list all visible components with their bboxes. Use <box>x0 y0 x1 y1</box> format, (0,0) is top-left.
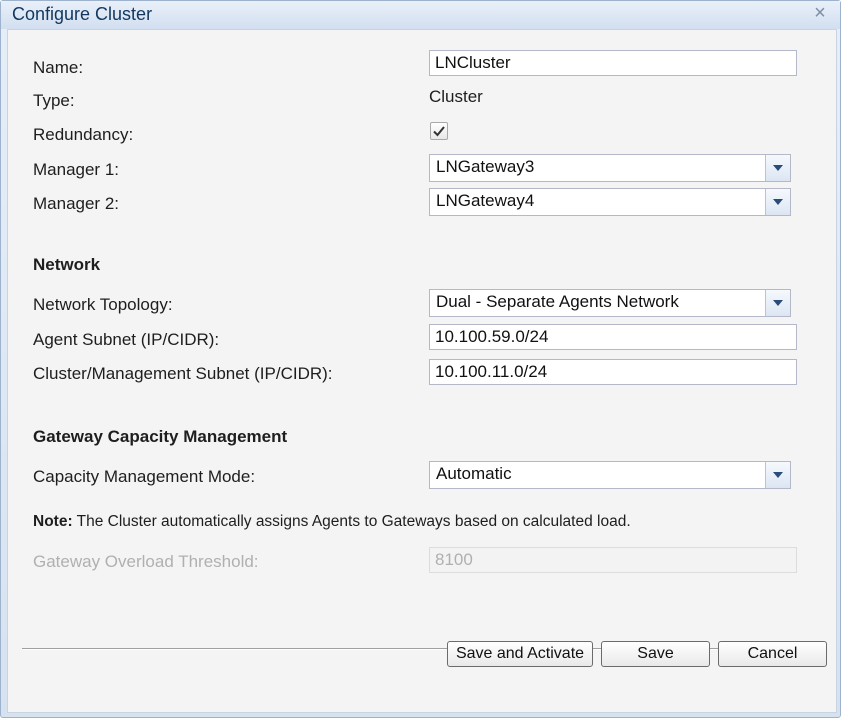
chevron-down-icon[interactable] <box>765 462 790 488</box>
manager1-value: LNGateway3 <box>436 157 535 176</box>
chevron-down-icon[interactable] <box>765 155 790 181</box>
close-icon[interactable]: × <box>810 3 830 23</box>
manager2-value: LNGateway4 <box>436 191 535 210</box>
capacity-heading: Gateway Capacity Management <box>33 427 288 446</box>
manager1-label: Manager 1: <box>33 160 119 179</box>
topology-value: Dual - Separate Agents Network <box>436 292 679 311</box>
dialog-body: Name: Type: Cluster Redundancy: Manager … <box>7 29 837 713</box>
topology-select[interactable]: Dual - Separate Agents Network <box>429 289 791 317</box>
checkmark-icon <box>433 126 445 137</box>
capacity-note: Note: The Cluster automatically assigns … <box>33 513 631 531</box>
chevron-down-icon[interactable] <box>765 290 790 316</box>
note-text: The Cluster automatically assigns Agents… <box>72 513 631 530</box>
chevron-down-icon[interactable] <box>765 189 790 215</box>
capacity-mode-value: Automatic <box>436 464 512 483</box>
manager2-select[interactable]: LNGateway4 <box>429 188 791 216</box>
name-label: Name: <box>33 58 84 77</box>
cancel-button[interactable]: Cancel <box>718 641 827 667</box>
type-value: Cluster <box>429 87 483 106</box>
name-input[interactable] <box>429 50 797 76</box>
cluster-subnet-input[interactable] <box>429 359 797 385</box>
threshold-input[interactable] <box>429 547 797 573</box>
manager2-label: Manager 2: <box>33 194 119 213</box>
topology-label: Network Topology: <box>33 295 173 314</box>
network-heading: Network <box>33 255 101 274</box>
manager1-select[interactable]: LNGateway3 <box>429 154 791 182</box>
threshold-label: Gateway Overload Threshold: <box>33 552 259 571</box>
save-button[interactable]: Save <box>601 641 710 667</box>
type-label: Type: <box>33 91 75 110</box>
note-prefix: Note: <box>33 513 73 530</box>
redundancy-checkbox[interactable] <box>430 122 448 140</box>
dialog-titlebar[interactable]: Configure Cluster × <box>1 1 840 29</box>
capacity-mode-select[interactable]: Automatic <box>429 461 791 489</box>
configure-cluster-dialog: Configure Cluster × Name: Type: Cluster … <box>0 0 841 718</box>
dialog-title: Configure Cluster <box>12 4 153 24</box>
agent-subnet-input[interactable] <box>429 324 797 350</box>
save-and-activate-button[interactable]: Save and Activate <box>447 641 593 667</box>
redundancy-label: Redundancy: <box>33 125 134 144</box>
agent-subnet-label: Agent Subnet (IP/CIDR): <box>33 330 220 349</box>
cluster-subnet-label: Cluster/Management Subnet (IP/CIDR): <box>33 364 333 383</box>
capacity-mode-label: Capacity Management Mode: <box>33 467 256 486</box>
